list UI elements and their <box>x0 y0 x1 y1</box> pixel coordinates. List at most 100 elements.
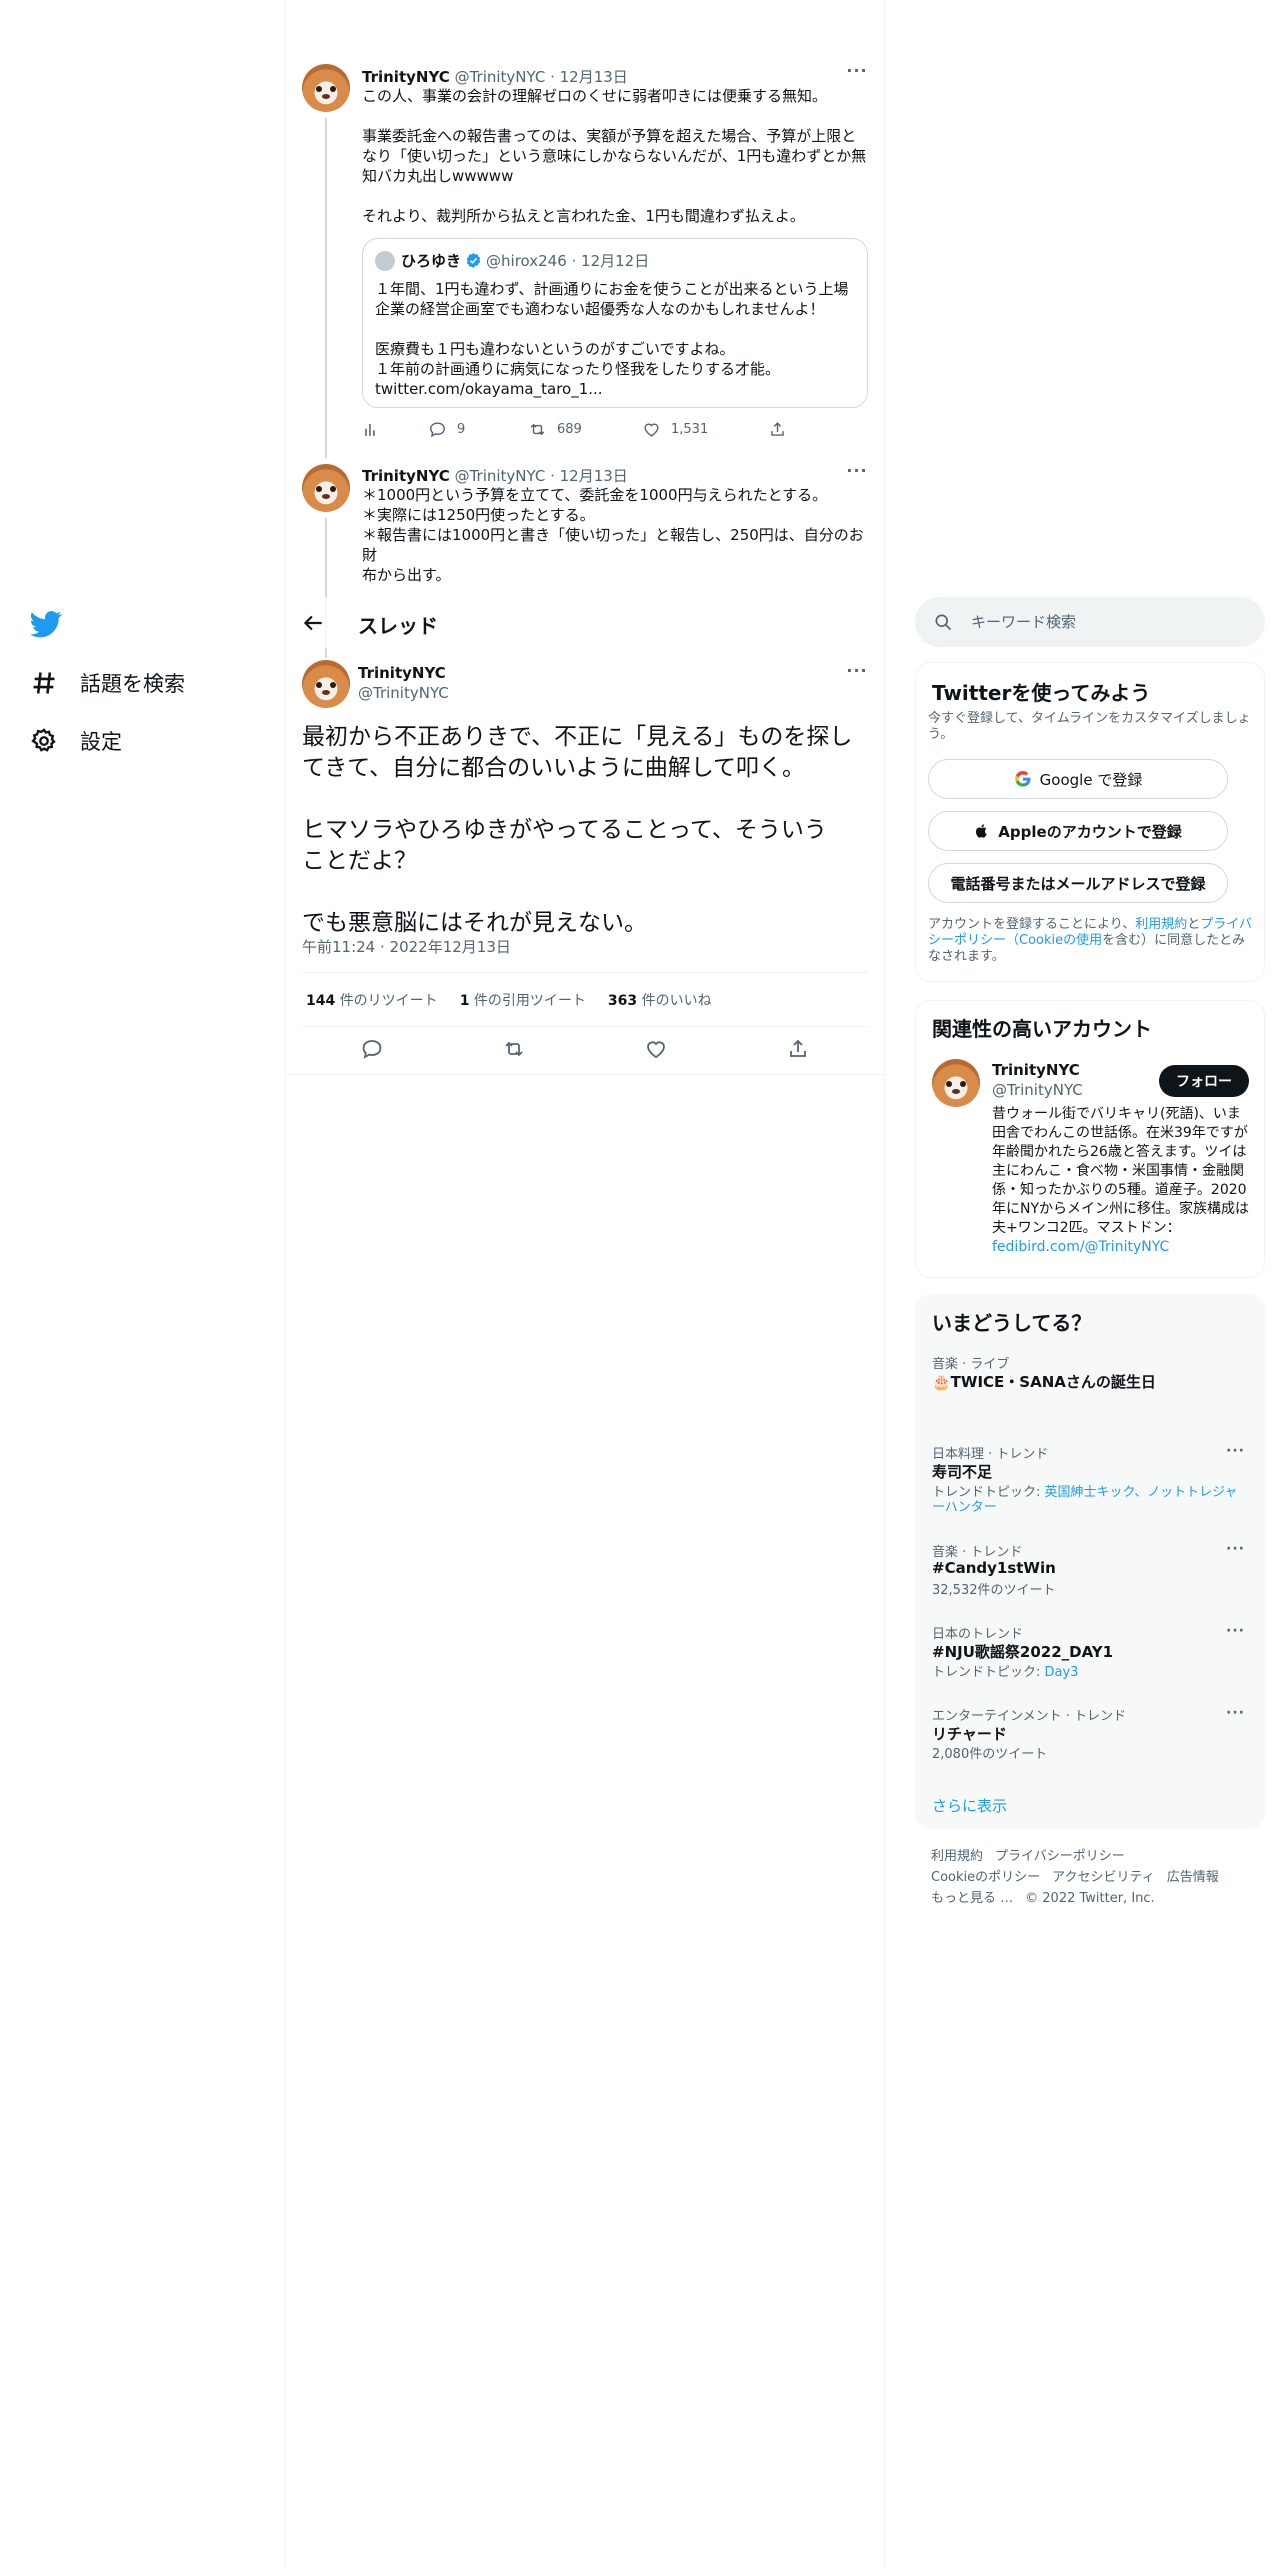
related-account-handle[interactable]: @TrinityNYC <box>992 1081 1083 1099</box>
trend-category: 音楽 · ライブ <box>932 1357 1010 1372</box>
more-options-icon[interactable]: ··· <box>842 463 872 484</box>
trends-card: いまどうしてる？ 音楽 · ライブ 🎂TWICE・SANAさんの誕生日 日本料理… <box>915 1294 1265 1829</box>
related-title: 関連性の高いアカウント <box>932 1017 1152 1041</box>
search-input[interactable] <box>971 609 1241 635</box>
author-name[interactable]: TrinityNYC <box>362 467 450 485</box>
more-options-icon[interactable]: ··· <box>1226 1443 1252 1461</box>
quote-stat-num: 1 <box>459 993 470 1009</box>
like-stat[interactable]: 363 件のいいね <box>608 990 712 1010</box>
trend-item[interactable]: 日本のトレンド ··· #NJU歌謡祭2022_DAY1 トレンドトピック: D… <box>916 1623 1266 1693</box>
like-stat-label: 件のいいね <box>641 993 712 1009</box>
related-account-name[interactable]: TrinityNYC <box>992 1061 1080 1079</box>
like-count: 1,531 <box>671 422 709 437</box>
avatar[interactable] <box>302 64 350 112</box>
retweet-icon <box>505 1041 523 1057</box>
trend-item[interactable]: 音楽 · トレンド ··· #Candy1stWin 32,532件のツイート <box>916 1541 1266 1611</box>
reply-button[interactable]: 9 <box>428 420 465 439</box>
footer-ads[interactable]: 広告情報 <box>1167 1870 1219 1885</box>
trend-name: #Candy1stWin <box>932 1559 1056 1577</box>
author-meta: @TrinityNYC · 12月13日 <box>454 68 628 86</box>
more-options-icon[interactable]: ··· <box>1226 1623 1252 1641</box>
footer-privacy[interactable]: プライバシーポリシー <box>995 1849 1125 1864</box>
like-stat-num: 363 <box>607 993 638 1009</box>
share-icon <box>771 422 784 436</box>
verified-badge-icon <box>466 253 481 268</box>
more-options-icon[interactable]: ··· <box>1226 1705 1252 1723</box>
retweet-button[interactable]: 689 <box>528 420 582 439</box>
author-handle[interactable]: @TrinityNYC <box>358 684 449 702</box>
thread-column: TrinityNYC @TrinityNYC · 12月13日 ··· この人、… <box>285 0 885 2568</box>
trend-sub-prefix: トレンドトピック: <box>932 1485 1045 1500</box>
retweet-stat[interactable]: 144 件のリツイート <box>306 990 438 1010</box>
nav-settings-label: 設定 <box>80 730 122 754</box>
tweet-stats: 144 件のリツイート 1 件の引用ツイート 363 件のいいね <box>306 990 712 1010</box>
nav-settings[interactable]: 設定 <box>30 721 122 761</box>
apple-signup-button[interactable]: Appleのアカウントで登録 <box>928 811 1228 851</box>
footer-accessibility[interactable]: アクセシビリティ <box>1052 1870 1155 1885</box>
quote-stat[interactable]: 1 件の引用ツイート <box>460 990 586 1010</box>
trend-subtext: トレンドトピック: Day3 <box>932 1665 1248 1680</box>
google-signup-button[interactable]: Google で登録 <box>928 759 1228 799</box>
author-name[interactable]: TrinityNYC <box>362 68 450 86</box>
retweet-icon <box>530 423 545 436</box>
trend-item[interactable]: 音楽 · ライブ 🎂TWICE・SANAさんの誕生日 <box>916 1353 1266 1423</box>
trend-name: リチャード <box>932 1725 1007 1743</box>
twitter-logo-icon[interactable] <box>30 608 66 640</box>
trend-item[interactable]: 日本料理 · トレンド ··· 寿司不足 トレンドトピック: 英国紳士キック、ノ… <box>916 1443 1266 1523</box>
share-button[interactable] <box>768 420 787 439</box>
author-name[interactable]: TrinityNYC <box>358 664 446 682</box>
reply-icon <box>362 1040 382 1059</box>
avatar[interactable] <box>302 464 350 512</box>
signup-card: Twitterを使ってみよう 今すぐ登録して、タイムラインをカスタマイズしましょ… <box>915 662 1265 982</box>
footer-terms[interactable]: 利用規約 <box>931 1849 983 1864</box>
google-signup-label: Google で登録 <box>1039 770 1143 789</box>
back-arrow-icon[interactable] <box>300 610 326 636</box>
more-options-icon[interactable]: ··· <box>1226 1541 1252 1559</box>
divider <box>285 1074 885 1075</box>
more-options-icon[interactable]: ··· <box>842 63 872 84</box>
avatar[interactable] <box>932 1059 980 1107</box>
trend-subtext: 2,080件のツイート <box>932 1747 1048 1762</box>
tweet-text: この人、事業の会計の理解ゼロのくせに弱者叩きには便乗する無知。 事業委託金への報… <box>362 87 867 225</box>
search-box[interactable] <box>915 597 1265 647</box>
quoted-header: ひろゆき @hirox246 · 12月12日 <box>401 250 649 271</box>
more-options-icon[interactable]: ··· <box>842 663 872 684</box>
terms-link[interactable]: 利用規約 <box>1135 917 1187 932</box>
share-button[interactable] <box>786 1037 812 1063</box>
like-button[interactable] <box>644 1037 670 1063</box>
heart-icon <box>647 1041 665 1059</box>
author-meta: @TrinityNYC · 12月13日 <box>454 467 628 485</box>
nav-explore[interactable]: 話題を検索 <box>30 663 185 703</box>
footer-cookie[interactable]: Cookieのポリシー <box>931 1870 1040 1885</box>
bio-link[interactable]: fedibird.com/@TrinityNYC <box>992 1239 1169 1255</box>
tweet-text: 最初から不正ありきで、不正に「見える」ものを探し てきて、自分に都合のいいように… <box>302 724 853 936</box>
footer-more[interactable]: もっと見る … <box>931 1891 1013 1906</box>
search-icon <box>935 614 952 631</box>
legal-prefix: アカウントを登録することにより、 <box>928 917 1136 932</box>
show-more-link[interactable]: さらに表示 <box>932 1795 1007 1816</box>
left-navigation: 話題を検索 設定 <box>0 0 285 2568</box>
tweet-timestamp[interactable]: 午前11:24 · 2022年12月13日 <box>302 936 511 957</box>
reply-icon <box>430 422 445 438</box>
right-sidebar: Twitterを使ってみよう 今すぐ登録して、タイムラインをカスタマイズしましょ… <box>915 0 1265 2568</box>
signup-description: 今すぐ登録して、タイムラインをカスタマイズしましょう。 <box>928 711 1251 742</box>
phone-email-signup-button[interactable]: 電話番号またはメールアドレスで登録 <box>928 863 1228 903</box>
related-accounts-card: 関連性の高いアカウント TrinityNYC @TrinityNYC フォロー … <box>915 1000 1265 1278</box>
quoted-tweet[interactable]: ひろゆき @hirox246 · 12月12日 １年間、1円も違わず、計画通りに… <box>362 238 868 408</box>
retweet-stat-num: 144 <box>306 993 336 1009</box>
quote-stat-label: 件の引用ツイート <box>473 993 586 1009</box>
avatar[interactable] <box>302 660 350 708</box>
reply-button[interactable] <box>360 1037 386 1063</box>
like-button[interactable]: 1,531 <box>642 420 708 439</box>
trend-item[interactable]: エンターテインメント · トレンド ··· リチャード 2,080件のツイート <box>916 1705 1266 1775</box>
follow-button[interactable]: フォロー <box>1159 1065 1249 1097</box>
bio-text: 昔ウォール街でバリキャリ(死語)、いま田舎でわんこの世話係。在米39年ですが年齢… <box>992 1106 1250 1236</box>
retweet-button[interactable] <box>502 1037 528 1063</box>
trend-topic-link[interactable]: Day3 <box>1045 1665 1079 1680</box>
reply-count: 9 <box>457 422 466 437</box>
tweet-actions: 9 689 1,531 <box>362 420 868 444</box>
analytics-button[interactable] <box>362 420 381 439</box>
trend-category: 日本のトレンド <box>932 1627 1024 1642</box>
quoted-author-name: ひろゆき <box>401 252 462 270</box>
trends-title: いまどうしてる？ <box>932 1311 1092 1335</box>
